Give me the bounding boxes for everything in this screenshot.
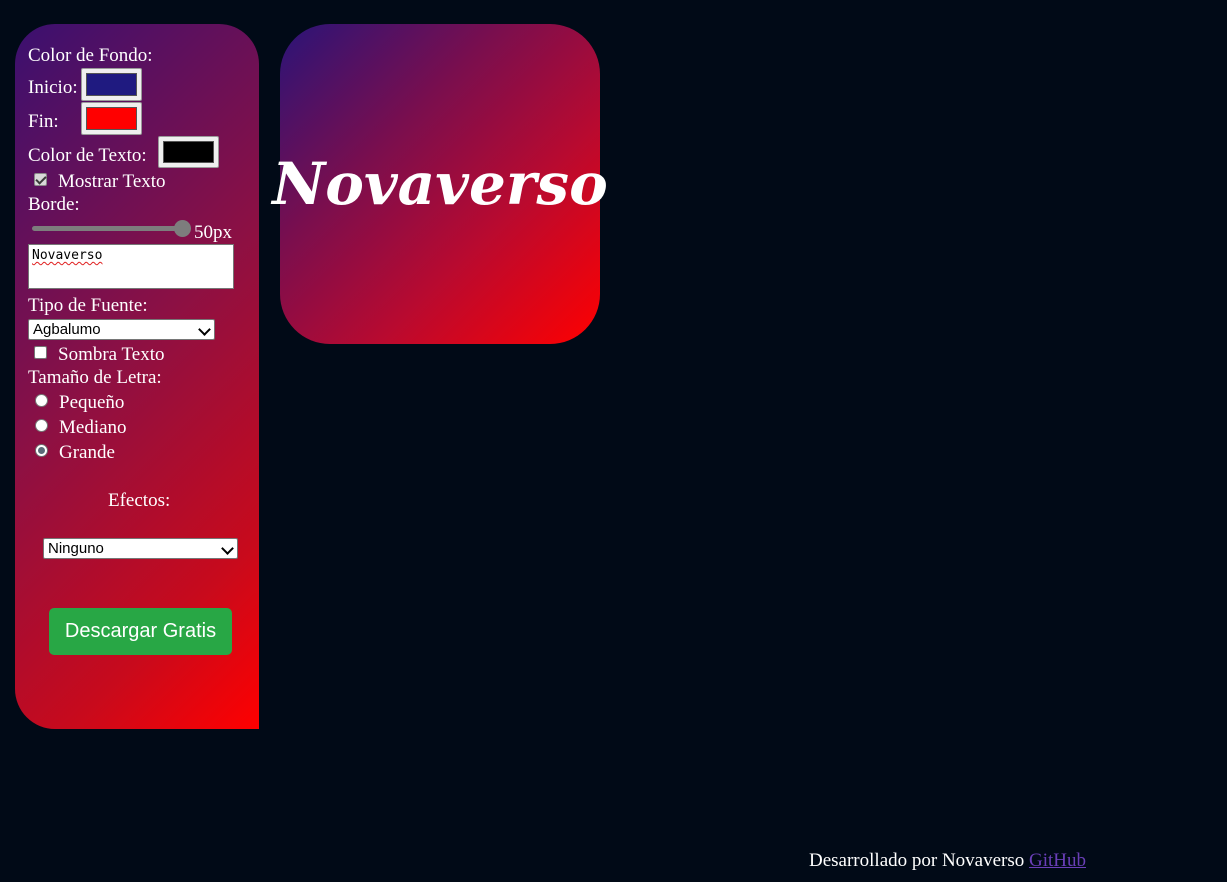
text-input[interactable]: Novaverso [28,244,234,289]
text-input-value: Novaverso [32,248,103,263]
font-type-label: Tipo de Fuente: [28,295,148,316]
github-link[interactable]: GitHub [1029,850,1086,871]
font-select-value: Agbalumo [33,321,101,338]
chevron-down-icon [198,323,211,336]
effects-label: Efectos: [108,490,171,511]
effects-select[interactable]: Ninguno [43,538,238,559]
chevron-down-icon [221,542,234,555]
end-color-picker[interactable] [81,102,142,135]
size-label-small: Pequeño [59,392,125,413]
border-slider-thumb[interactable] [174,220,191,237]
footer: Desarrollado por Novaverso GitHub [809,850,1086,872]
bg-color-label: Color de Fondo: [28,45,153,66]
start-color-label: Inicio: [28,77,78,98]
download-button[interactable]: Descargar Gratis [49,608,232,655]
border-label: Borde: [28,194,80,215]
end-color-swatch [86,107,137,130]
text-color-picker[interactable] [158,136,219,168]
effects-select-value: Ninguno [48,540,104,557]
start-color-swatch [86,73,137,96]
border-value: 50px [194,222,232,243]
shadow-label: Sombra Texto [58,344,165,365]
show-text-label: Mostrar Texto [58,171,166,192]
show-text-checkbox[interactable] [34,173,47,186]
size-radio-medium[interactable] [35,419,48,432]
start-color-picker[interactable] [81,68,142,101]
logo-preview: Novaverso [272,24,608,344]
text-color-swatch [163,141,214,163]
size-radio-large[interactable] [35,444,48,457]
size-label-large: Grande [59,442,115,463]
preview-text: Novaverso [272,150,608,218]
footer-text: Desarrollado por Novaverso [809,850,1030,871]
size-radio-small[interactable] [35,394,48,407]
border-slider-track[interactable] [32,226,184,231]
text-color-label: Color de Texto: [28,145,147,166]
shadow-checkbox[interactable] [34,346,47,359]
size-label-medium: Mediano [59,417,127,438]
font-size-label: Tamaño de Letra: [28,367,162,388]
font-select[interactable]: Agbalumo [28,319,215,340]
end-color-label: Fin: [28,111,59,132]
